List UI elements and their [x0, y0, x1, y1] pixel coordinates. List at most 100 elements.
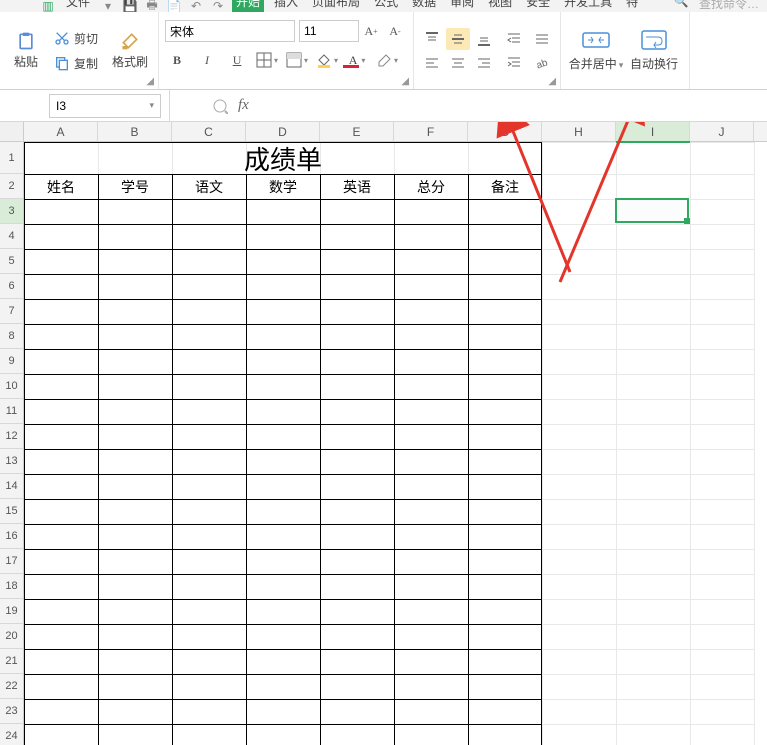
menu-file[interactable]: 文件 — [62, 0, 94, 12]
tab-developer[interactable]: 开发工具 — [560, 0, 616, 12]
borders-button[interactable]: ▾ — [255, 50, 279, 70]
grid[interactable]: 成绩单姓名学号语文数学英语总分备注 — [24, 142, 767, 745]
table-title[interactable]: 成绩单 — [24, 142, 542, 174]
bold-button[interactable]: B — [165, 50, 189, 70]
column-header[interactable]: H — [542, 122, 616, 141]
paste-button[interactable]: 粘贴 — [6, 29, 46, 72]
row-header[interactable]: 5 — [0, 249, 23, 274]
row-header[interactable]: 7 — [0, 299, 23, 324]
row-header[interactable]: 2 — [0, 174, 23, 199]
align-left-button[interactable] — [420, 52, 444, 74]
fill-color-button[interactable]: ▾ — [315, 50, 339, 70]
spreadsheet[interactable]: ABCDEFGHIJ 12345678910111213141516171819… — [0, 122, 767, 745]
search-icon[interactable]: 🔍 — [673, 0, 689, 7]
ribbon-group-alignment: ab ◢ — [414, 12, 561, 89]
font-color-button[interactable]: A ▾ — [345, 50, 369, 70]
font-size-input[interactable] — [299, 20, 359, 42]
align-center-button[interactable] — [446, 52, 470, 74]
row-header[interactable]: 3 — [0, 199, 23, 224]
undo-icon[interactable]: ↶ — [188, 0, 204, 12]
tab-extra[interactable]: 特 — [622, 0, 642, 12]
align-right-button[interactable] — [472, 52, 496, 74]
row-header[interactable]: 21 — [0, 649, 23, 674]
row-header[interactable]: 22 — [0, 674, 23, 699]
wrap-text-button[interactable]: 自动换行 — [625, 29, 683, 72]
row-header[interactable]: 16 — [0, 524, 23, 549]
table-header-cell[interactable]: 数学 — [246, 174, 320, 199]
fx-label[interactable]: fx — [238, 97, 249, 114]
tab-security[interactable]: 安全 — [522, 0, 554, 12]
increase-font-icon[interactable]: A+ — [359, 21, 383, 41]
search-placeholder[interactable]: 查找命令… — [699, 0, 759, 12]
column-header[interactable]: J — [690, 122, 754, 141]
row-header[interactable]: 11 — [0, 399, 23, 424]
redo-icon[interactable]: ↷ — [210, 0, 226, 12]
row-header[interactable]: 9 — [0, 349, 23, 374]
row-header[interactable]: 20 — [0, 624, 23, 649]
tab-review[interactable]: 审阅 — [446, 0, 478, 12]
insert-function-icon[interactable] — [210, 96, 230, 116]
align-middle-button[interactable] — [446, 28, 470, 50]
name-box[interactable]: I3 ▾ — [49, 94, 161, 118]
row-header[interactable]: 24 — [0, 724, 23, 745]
preview-icon[interactable]: 📄 — [166, 0, 182, 12]
underline-button[interactable]: U — [225, 50, 249, 70]
column-header[interactable]: E — [320, 122, 394, 141]
row-header[interactable]: 18 — [0, 574, 23, 599]
orientation-button[interactable]: ab — [530, 53, 554, 73]
tab-home[interactable]: 开始 — [232, 0, 264, 12]
tab-formulas[interactable]: 公式 — [370, 0, 402, 12]
row-header[interactable]: 17 — [0, 549, 23, 574]
copy-icon — [54, 55, 70, 71]
formula-input[interactable] — [249, 90, 767, 121]
tab-insert[interactable]: 插入 — [270, 0, 302, 12]
column-header[interactable]: A — [24, 122, 98, 141]
column-header[interactable]: F — [394, 122, 468, 141]
table-header-cell[interactable]: 英语 — [320, 174, 394, 199]
tab-page-layout[interactable]: 页面布局 — [308, 0, 364, 12]
table-header-cell[interactable]: 姓名 — [24, 174, 98, 199]
cut-button[interactable]: 剪切 — [50, 28, 102, 49]
copy-button[interactable]: 复制 — [50, 53, 102, 74]
row-header[interactable]: 6 — [0, 274, 23, 299]
row-header[interactable]: 15 — [0, 499, 23, 524]
row-header[interactable]: 23 — [0, 699, 23, 724]
decrease-font-icon[interactable]: A- — [383, 21, 407, 41]
table-header-cell[interactable]: 总分 — [394, 174, 468, 199]
column-header[interactable]: C — [172, 122, 246, 141]
row-header[interactable]: 8 — [0, 324, 23, 349]
save-icon[interactable]: 💾 — [122, 0, 138, 12]
column-header[interactable]: D — [246, 122, 320, 141]
clear-format-button[interactable]: ▾ — [375, 50, 399, 70]
table-header-cell[interactable]: 学号 — [98, 174, 172, 199]
row-header[interactable]: 13 — [0, 449, 23, 474]
table-header-cell[interactable]: 备注 — [468, 174, 542, 199]
column-header[interactable]: B — [98, 122, 172, 141]
row-header[interactable]: 1 — [0, 142, 23, 174]
row-header[interactable]: 10 — [0, 374, 23, 399]
alignment-dialog-icon[interactable]: ◢ — [548, 76, 556, 87]
cell-style-button[interactable]: ▾ — [285, 50, 309, 70]
table-header-cell[interactable]: 语文 — [172, 174, 246, 199]
row-header[interactable]: 12 — [0, 424, 23, 449]
font-dialog-icon[interactable]: ◢ — [401, 76, 409, 87]
column-header[interactable]: I — [616, 122, 690, 141]
row-header[interactable]: 19 — [0, 599, 23, 624]
align-top-button[interactable] — [420, 28, 444, 50]
increase-indent-button[interactable] — [502, 53, 526, 73]
merge-center-button[interactable]: 合并居中▾ — [567, 29, 625, 72]
justify-button[interactable] — [530, 29, 554, 49]
row-header[interactable]: 4 — [0, 224, 23, 249]
align-bottom-button[interactable] — [472, 28, 496, 50]
column-header[interactable]: G — [468, 122, 542, 141]
format-painter-button[interactable]: 格式刷 — [108, 29, 152, 72]
tab-data[interactable]: 数据 — [408, 0, 440, 12]
clipboard-dialog-icon[interactable]: ◢ — [146, 76, 154, 87]
italic-button[interactable]: I — [195, 50, 219, 70]
tab-view[interactable]: 视图 — [484, 0, 516, 12]
font-name-input[interactable] — [165, 20, 295, 42]
row-header[interactable]: 14 — [0, 474, 23, 499]
decrease-indent-button[interactable] — [502, 29, 526, 49]
print-icon[interactable]: 🖶 — [144, 0, 160, 12]
select-all-corner[interactable] — [0, 122, 24, 142]
